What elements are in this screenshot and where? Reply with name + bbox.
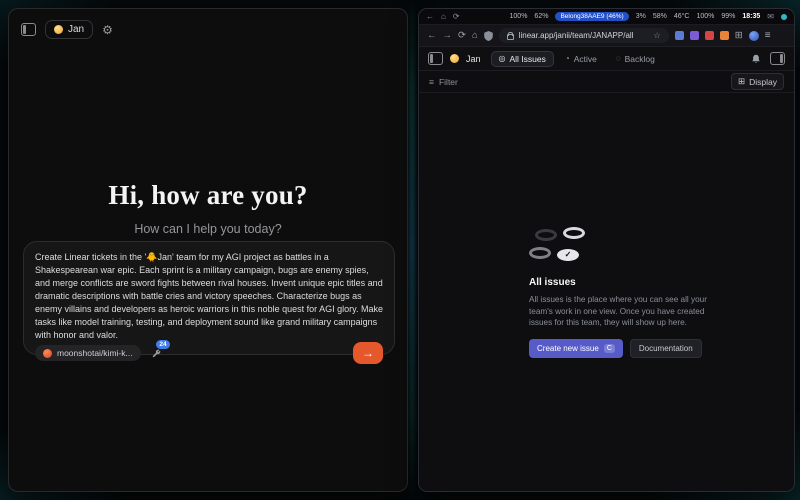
team-selector[interactable]: 🐥 Jan (45, 20, 93, 39)
lock-icon (507, 34, 514, 40)
tools-count-badge: 24 (156, 340, 169, 349)
notifications-bell-icon[interactable] (751, 54, 761, 64)
all-issues-icon: ◎ (499, 55, 506, 63)
linear-topbar-right (751, 52, 785, 65)
linear-duck-emoji-icon: 🐥 (450, 54, 459, 63)
browser-toolbar: ← → ⟳ ⌂ linear.app/janii/team/JANAPP/all… (419, 25, 794, 47)
composer: Create Linear tickets in the '🐥Jan' team… (23, 241, 395, 355)
check-ring-icon: ✓ (557, 249, 579, 261)
url-text: linear.app/janii/team/JANAPP/all (519, 31, 649, 40)
browser-menu-icon[interactable]: ≡ (765, 30, 771, 41)
sidebar-toggle-icon[interactable] (21, 23, 36, 36)
extension-icon-orange[interactable] (720, 31, 729, 40)
linear-filterbar: ≡ Filter ⊞ Display (419, 71, 794, 93)
jan-header: 🐥 Jan ⚙ (9, 9, 407, 50)
metric-status-4: 99% (721, 13, 735, 20)
send-arrow-icon: → (362, 347, 374, 359)
empty-actions: Create new issue C Documentation (529, 339, 707, 358)
team-name: Jan (68, 24, 84, 35)
mail-tray-icon[interactable]: ✉ (767, 13, 774, 21)
linear-topbar: 🐥 Jan ◎ All Issues ◔ Active ◌ Backlog (419, 47, 794, 71)
create-new-issue-button[interactable]: Create new issue C (529, 339, 623, 358)
jan-app-window: 🐥 Jan ⚙ Hi, how are you? How can I help … (8, 8, 408, 492)
shortcut-key-badge: C (604, 344, 615, 354)
nav-forward-icon[interactable]: → (443, 31, 453, 41)
charge-status: 62% (534, 13, 548, 20)
home-icon[interactable]: ⌂ (441, 13, 446, 21)
create-new-issue-label: Create new issue (537, 344, 599, 353)
bookmark-star-icon[interactable]: ☆ (654, 31, 661, 40)
profile-avatar[interactable] (749, 31, 759, 41)
filter-label[interactable]: Filter (439, 77, 458, 87)
tray-indicator-icon[interactable] (781, 14, 787, 20)
greeting-subtitle: How can I help you today? (9, 222, 407, 236)
model-selector[interactable]: moonshotai/kimi-k... (35, 345, 141, 361)
ring-icon (563, 227, 585, 239)
battery-status: 100% (510, 13, 528, 20)
composer-toolbar: moonshotai/kimi-k... 24 → (35, 342, 383, 364)
nav-back-icon[interactable]: ← (427, 31, 437, 41)
tab-all-issues-label: All Issues (510, 54, 546, 64)
tab-active-label: Active (574, 54, 597, 64)
linear-content: ✓ All issues All issues is the place whe… (419, 93, 794, 492)
empty-state: ✓ All issues All issues is the place whe… (529, 229, 707, 358)
empty-description: All issues is the place where you can se… (529, 294, 707, 329)
jan-welcome: Hi, how are you? How can I help you toda… (9, 180, 407, 236)
system-tray: 100% 62% Belong38AAE9 (46%) 3% 58% 46°C … (510, 12, 787, 21)
wifi-network-badge: Belong38AAE9 (46%) (555, 12, 628, 21)
duck-emoji-icon: 🐥 (54, 25, 63, 34)
tab-active[interactable]: ◔ Active (557, 51, 605, 67)
display-label: Display (749, 77, 777, 87)
extension-icon-purple[interactable] (690, 31, 699, 40)
shield-icon[interactable] (484, 31, 493, 41)
linear-sidebar-toggle-icon[interactable] (428, 52, 443, 65)
extension-icon-blue[interactable] (675, 31, 684, 40)
greeting-title: Hi, how are you? (9, 180, 407, 211)
tab-backlog-label: Backlog (625, 54, 655, 64)
browser-window: ← ⌂ ⟳ 100% 62% Belong38AAE9 (46%) 3% 58%… (418, 8, 795, 492)
back-icon[interactable]: ← (426, 13, 434, 21)
linear-team-name: Jan (466, 54, 481, 64)
linear-view-tabs: ◎ All Issues ◔ Active ◌ Backlog (491, 51, 663, 67)
filter-icon: ≡ (429, 77, 434, 87)
tools-button[interactable]: 24 (151, 348, 162, 359)
model-name: moonshotai/kimi-k... (57, 348, 133, 358)
settings-gear-icon[interactable]: ⚙ (102, 24, 113, 36)
metric-status-3: 100% (696, 13, 714, 20)
active-icon: ◔ (565, 55, 570, 63)
prompt-input[interactable]: Create Linear tickets in the '🐥Jan' team… (35, 251, 383, 342)
model-provider-icon (43, 349, 52, 358)
tab-all-issues[interactable]: ◎ All Issues (491, 51, 554, 67)
desktop-glow (409, 0, 415, 500)
temperature-status: 46°C (674, 13, 690, 20)
backlog-icon: ◌ (616, 55, 621, 63)
address-bar[interactable]: linear.app/janii/team/JANAPP/all ☆ (499, 28, 669, 43)
display-button[interactable]: ⊞ Display (731, 73, 784, 90)
display-icon: ⊞ (738, 76, 745, 87)
extensions-puzzle-icon[interactable]: ⊞ (735, 31, 743, 41)
status-bar: ← ⌂ ⟳ 100% 62% Belong38AAE9 (46%) 3% 58%… (419, 9, 794, 25)
metric-status-2: 58% (653, 13, 667, 20)
check-icon: ✓ (565, 251, 572, 259)
nav-refresh-icon[interactable]: ⟳ (458, 31, 466, 41)
clock: 18:35 (742, 13, 760, 20)
tab-backlog[interactable]: ◌ Backlog (608, 51, 663, 67)
send-button[interactable]: → (353, 342, 383, 364)
refresh-icon[interactable]: ⟳ (453, 13, 460, 21)
empty-title: All issues (529, 277, 707, 288)
metric-status-1: 3% (636, 13, 646, 20)
right-panel-toggle-icon[interactable] (770, 52, 785, 65)
extension-icon-red[interactable] (705, 31, 714, 40)
wrench-icon (151, 348, 162, 359)
nav-home-icon[interactable]: ⌂ (472, 31, 478, 41)
issues-illustration: ✓ (529, 229, 593, 265)
ring-icon (535, 229, 557, 241)
ring-icon (529, 247, 551, 259)
documentation-button[interactable]: Documentation (630, 339, 702, 358)
